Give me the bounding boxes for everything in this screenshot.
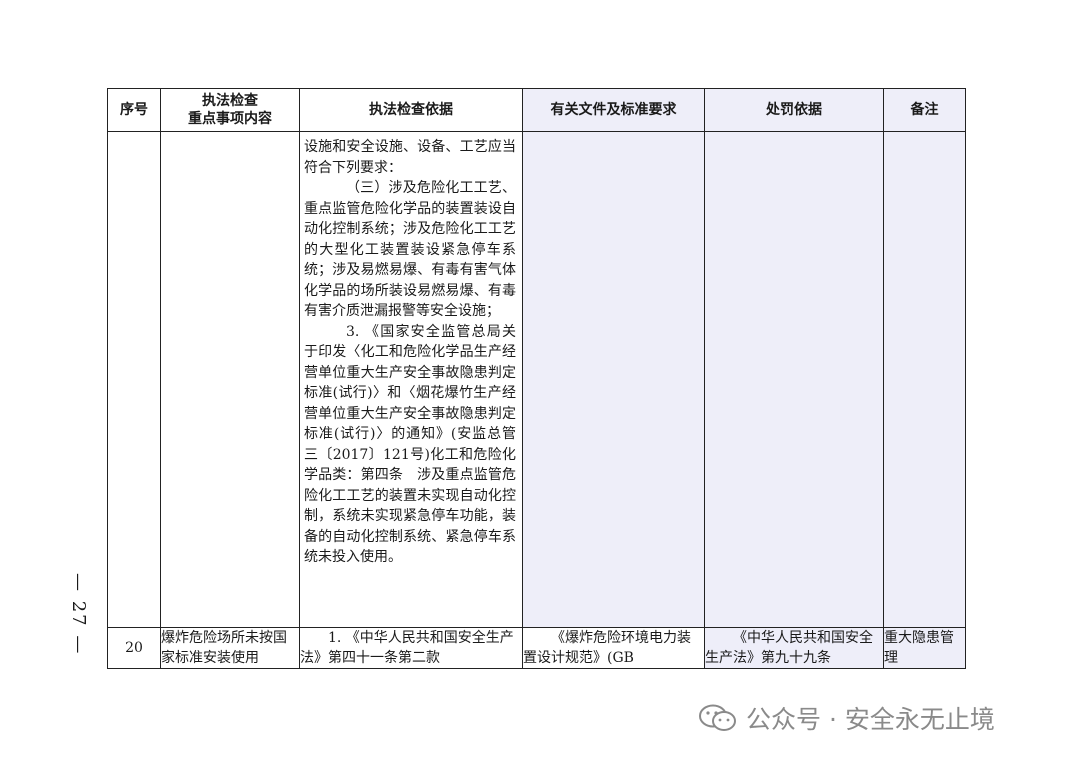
- header-row: 序号 执法检查重点事项内容 执法检查依据 有关文件及标准要求 处罚依据 备注: [107, 88, 966, 132]
- cell-standard-empty: [522, 131, 705, 628]
- cell-remark-empty: [883, 131, 966, 628]
- cell-item-empty: [160, 131, 300, 628]
- watermark-text: 公众号 · 安全永无止境: [746, 705, 995, 734]
- table-row-continued: 设施和安全设施、设备、工艺应当符合下列要求： （三）涉及危险化工工艺、重点监管危…: [107, 131, 966, 628]
- basis-line-1: 设施和安全设施、设备、工艺应当符合下列要求：: [304, 139, 516, 176]
- cell-basis-20: 1. 《中华人民共和国安全生产法》第四十一条第二款: [299, 627, 523, 669]
- basis-line-3: 3. 《国家安全监管总局关于印发〈化工和危险化学品生产经营单位重大生产安全事故隐…: [304, 323, 516, 566]
- page-number: — 27 —: [68, 572, 89, 656]
- table-row-20: 20 爆炸危险场所未按国家标准安装使用 1. 《中华人民共和国安全生产法》第四十…: [107, 627, 966, 669]
- cell-penalty-empty: [704, 131, 884, 628]
- cell-remark: 重大隐患管理: [883, 627, 966, 669]
- header-item-line: 重点事项内容: [188, 111, 272, 127]
- header-item-line: 执法检查: [202, 93, 258, 109]
- inspection-table: 序号 执法检查重点事项内容 执法检查依据 有关文件及标准要求 处罚依据 备注 设…: [107, 88, 966, 669]
- header-standard: 有关文件及标准要求: [522, 88, 705, 132]
- cell-no-empty: [107, 131, 161, 628]
- basis-line-2: （三）涉及危险化工工艺、重点监管危险化学品的装置装设自动化控制系统；涉及危险化工…: [304, 180, 516, 319]
- cell-penalty: 《中华人民共和国安全生产法》第九十九条: [704, 627, 884, 669]
- header-basis: 执法检查依据: [299, 88, 523, 132]
- header-no: 序号: [107, 88, 161, 132]
- cell-basis: 设施和安全设施、设备、工艺应当符合下列要求： （三）涉及危险化工工艺、重点监管危…: [299, 131, 523, 628]
- wechat-icon: [699, 704, 736, 731]
- header-remark: 备注: [883, 88, 966, 132]
- cell-item: 爆炸危险场所未按国家标准安装使用: [160, 627, 300, 669]
- header-item: 执法检查重点事项内容: [160, 88, 300, 132]
- cell-no: 20: [107, 627, 161, 669]
- header-penalty: 处罚依据: [704, 88, 884, 132]
- watermark: 公众号 · 安全永无止境: [698, 700, 995, 736]
- cell-standard: 《爆炸危险环境电力装置设计规范》(GB: [522, 627, 705, 669]
